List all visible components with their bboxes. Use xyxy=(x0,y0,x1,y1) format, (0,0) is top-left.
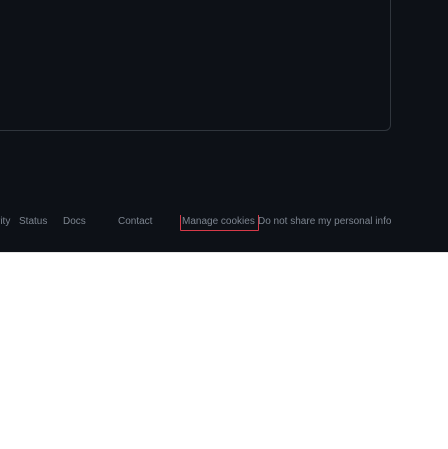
content-card xyxy=(0,0,391,131)
overlay-panel xyxy=(0,252,448,449)
footer-link-docs[interactable]: Docs xyxy=(63,215,86,229)
footer-links: rity Status Docs Contact Manage cookies … xyxy=(0,215,448,231)
footer-link-security[interactable]: rity xyxy=(0,215,10,229)
manage-cookies-button[interactable]: Manage cookies xyxy=(180,215,259,231)
footer-link-do-not-share[interactable]: Do not share my personal info xyxy=(258,215,391,229)
footer-link-status[interactable]: Status xyxy=(19,215,47,229)
footer-link-contact[interactable]: Contact xyxy=(118,215,152,229)
